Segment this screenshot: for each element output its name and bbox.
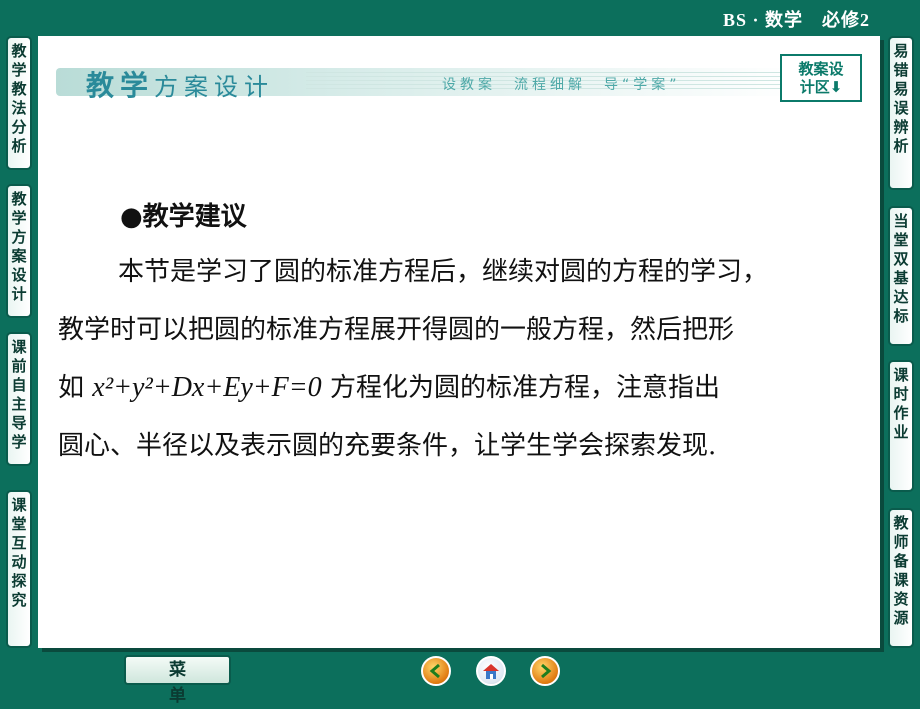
home-icon <box>483 664 499 679</box>
tab-classroom-interaction[interactable]: 课堂互动探究 <box>6 490 32 648</box>
section-heading: ●教学建议 <box>120 202 247 232</box>
tab-homework[interactable]: 课时作业 <box>888 360 914 492</box>
tab-in-class-basics[interactable]: 当堂双基达标 <box>888 206 914 346</box>
line3-prefix: 如 <box>58 373 85 403</box>
paragraph-line-1: 本节是学习了圆的标准方程后，继续对圆的方程的学习， <box>118 257 769 287</box>
tab-error-analysis[interactable]: 易错易误辨析 <box>888 36 914 190</box>
design-area-line2: 计区⬇ <box>799 78 843 96</box>
section-banner: 教学方案设计 设教案 流程细解 导“学案” 教案设 计区⬇ <box>56 54 864 106</box>
paragraph-line-3: 如 x²+y²+Dx+Ey+F=0 方程化为圆的标准方程，注意指出 <box>58 359 858 417</box>
banner-title: 教学方案设计 <box>86 64 274 104</box>
course-title: BS · 数学 必修2 <box>722 10 870 30</box>
home-button[interactable] <box>476 656 506 686</box>
menu-button[interactable]: 菜单 <box>124 655 231 706</box>
tab-teaching-plan-design[interactable]: 教学方案设计 <box>6 184 32 318</box>
banner-subtitle: 设教案 流程细解 导“学案” <box>442 77 681 93</box>
main-panel: 教学方案设计 设教案 流程细解 导“学案” 教案设 计区⬇ ●教学建议 本节是学… <box>38 36 880 648</box>
design-area-button[interactable]: 教案设 计区⬇ <box>780 54 862 102</box>
paragraph-line-4: 圆心、半径以及表示圆的充要条件，让学生学会探索发现. <box>58 431 717 461</box>
line3-suffix: 方程化为圆的标准方程，注意指出 <box>329 373 720 403</box>
back-icon <box>429 663 440 679</box>
tab-teaching-method-analysis[interactable]: 教学教法分析 <box>6 36 32 170</box>
banner-title-big: 教学 <box>86 69 155 102</box>
teaching-suggestion-paragraph: 本节是学习了圆的标准方程后，继续对圆的方程的学习， 教学时可以把圆的标准方程展开… <box>58 243 858 475</box>
design-area-line1: 教案设 <box>798 60 844 78</box>
tab-pre-class-self-study[interactable]: 课前自主导学 <box>6 332 32 466</box>
forward-icon <box>541 663 552 679</box>
tab-teacher-resources[interactable]: 教师备课资源 <box>888 508 914 648</box>
forward-button[interactable] <box>530 656 560 686</box>
paragraph-line-2: 教学时可以把圆的标准方程展开得圆的一般方程，然后把形 <box>58 315 735 345</box>
banner-title-rest: 方案设计 <box>154 73 275 101</box>
circle-equation: x²+y²+Dx+Ey+F=0 <box>92 372 322 403</box>
content-body: ●教学建议 本节是学习了圆的标准方程后，继续对圆的方程的学习， 教学时可以把圆的… <box>58 196 858 475</box>
back-button[interactable] <box>421 656 451 686</box>
